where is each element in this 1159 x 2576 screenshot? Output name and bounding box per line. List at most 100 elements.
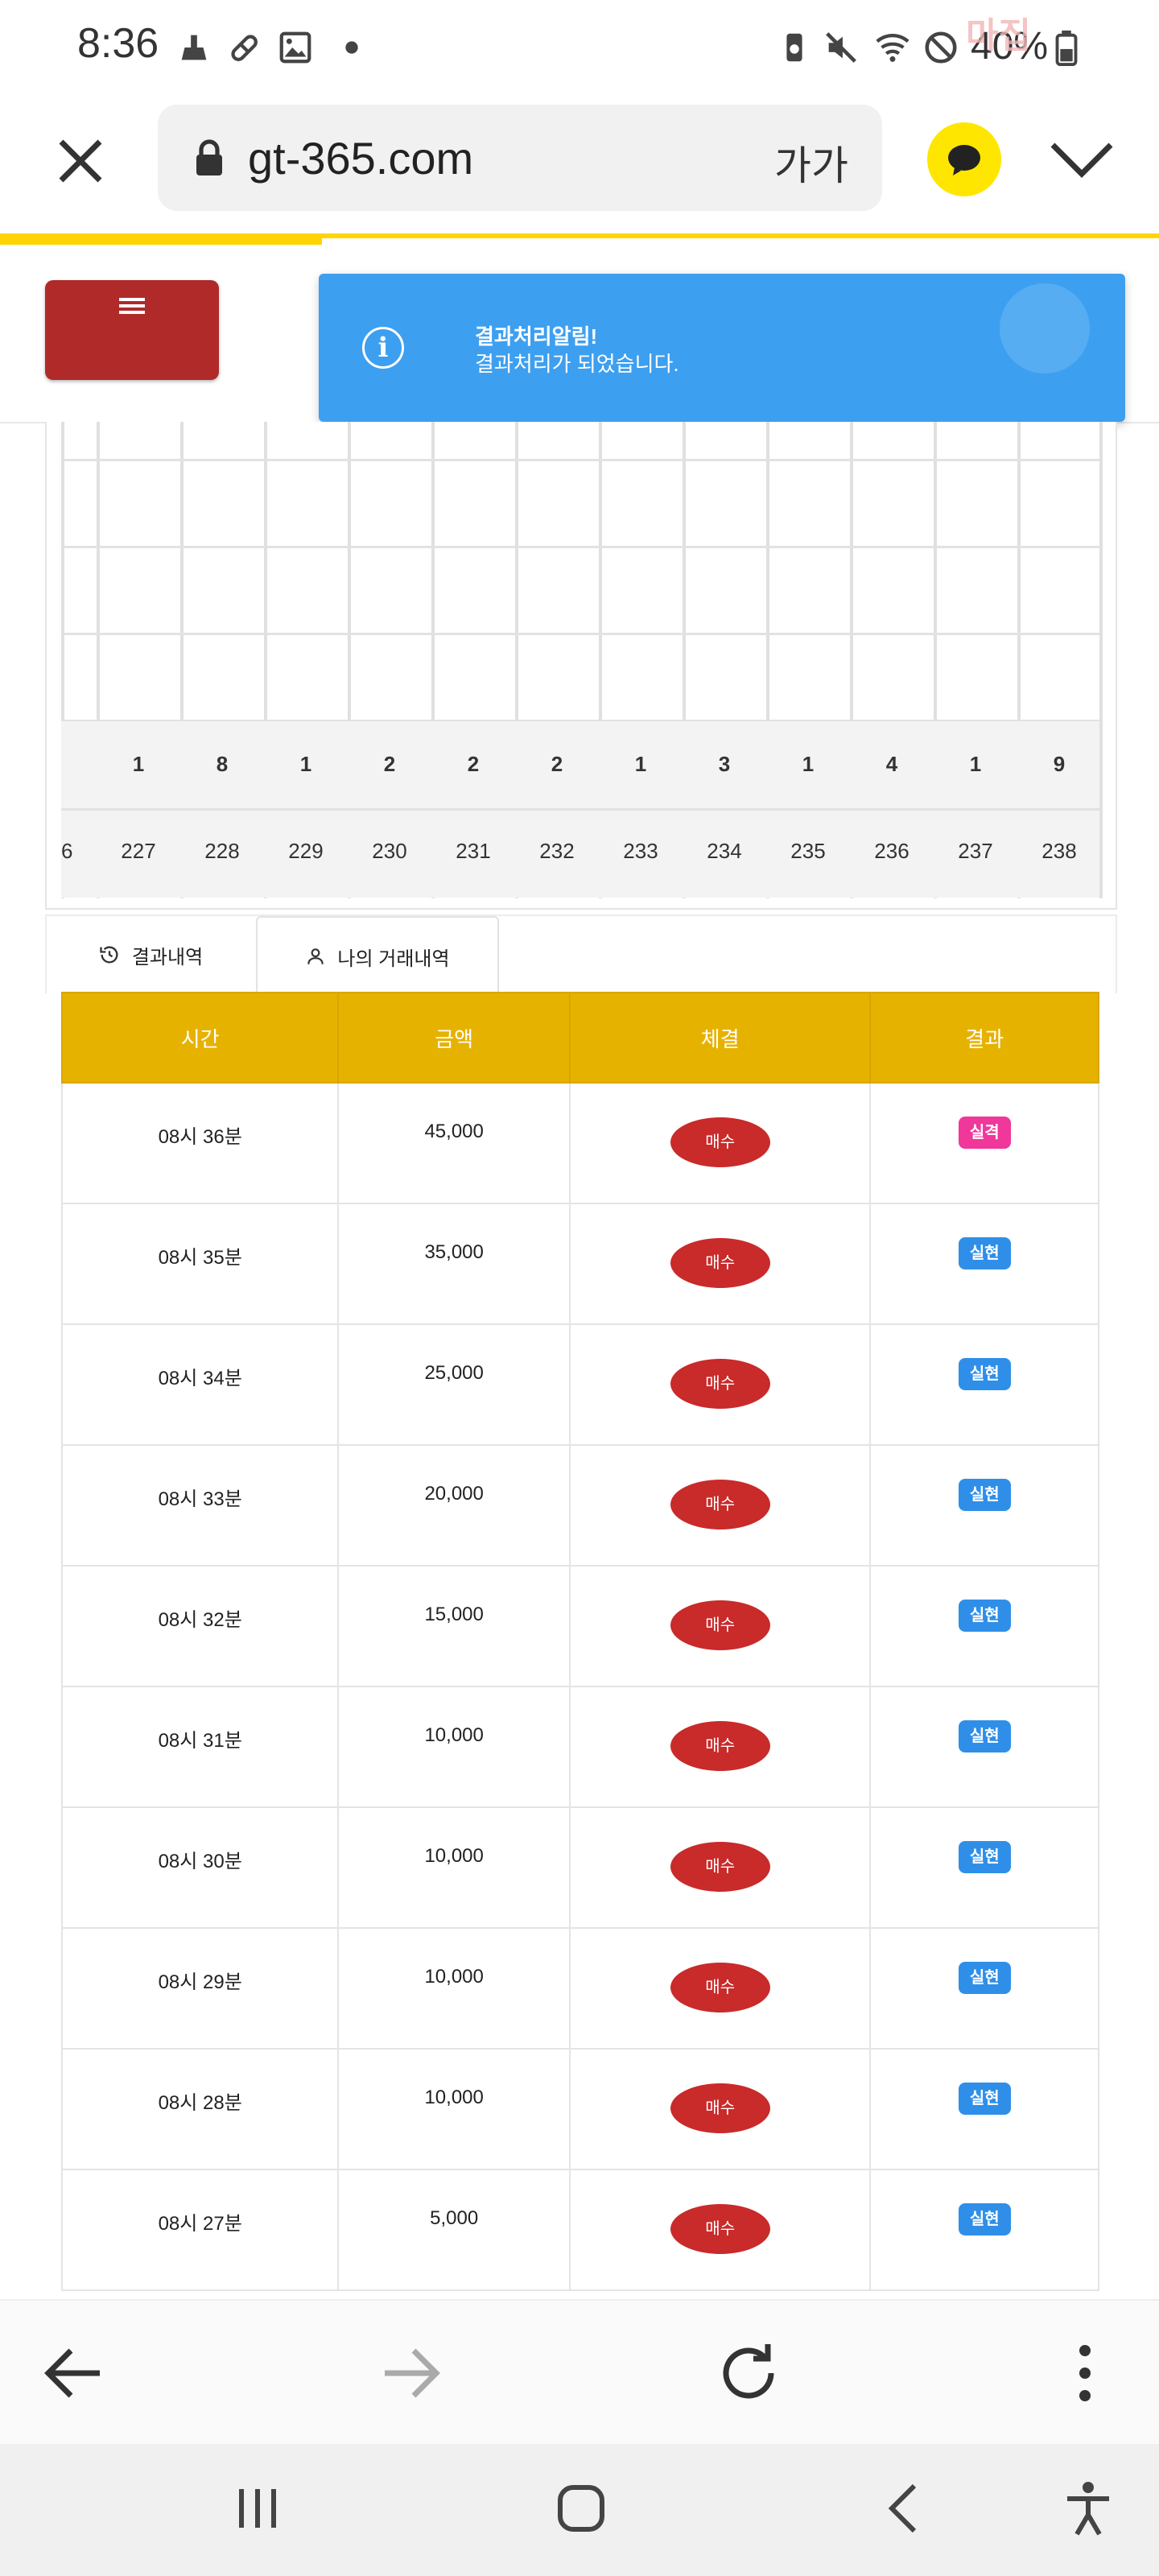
row-execution: 매수 (568, 1323, 872, 1446)
column-header-execution: 체결 (568, 992, 872, 1084)
buy-pill: 매수 (670, 1359, 770, 1409)
result-badge: 실현 (958, 1358, 1011, 1390)
grid-count-cell: 1 (634, 752, 647, 776)
accessibility-icon[interactable] (1056, 2476, 1120, 2541)
row-time: 08시 36분 (60, 1082, 340, 1204)
row-execution: 매수 (568, 1686, 872, 1808)
row-execution: 매수 (568, 1565, 872, 1687)
row-execution: 매수 (568, 1927, 872, 2050)
grid-round-cell: 230 (372, 839, 407, 863)
grid-round-cell: 237 (958, 839, 993, 863)
result-badge: 실격 (958, 1117, 1011, 1149)
grid-count-cell: 8 (216, 752, 229, 776)
row-result: 실현 (869, 1565, 1099, 1687)
column-header-time: 시간 (60, 992, 340, 1084)
grid-round-cell: 229 (288, 839, 324, 863)
info-icon: i (362, 327, 404, 369)
no-disturb-icon (925, 31, 957, 64)
mute-icon (826, 32, 856, 63)
forward-arrow-icon[interactable] (372, 2334, 449, 2412)
kakao-chat-button[interactable] (927, 122, 1001, 196)
back-icon[interactable] (872, 2476, 937, 2541)
grid-count-cell: 1 (969, 752, 982, 776)
row-time: 08시 32분 (60, 1565, 340, 1687)
grid-row-divider (61, 459, 1099, 461)
row-result: 실격 (869, 1082, 1099, 1204)
result-badge: 실현 (958, 1600, 1011, 1632)
table-row: 08시 33분 20,000 매수 실현 (60, 1444, 1099, 1567)
grid-count-cell: 2 (467, 752, 480, 776)
row-result: 실현 (869, 2169, 1099, 2291)
column-header-result: 결과 (869, 992, 1099, 1084)
tab-results[interactable]: 결과내역 (47, 916, 254, 993)
recent-apps-icon[interactable] (225, 2476, 290, 2541)
home-icon[interactable] (549, 2476, 613, 2541)
grid-round-cell: 238 (1041, 839, 1077, 863)
hamburger-menu-button[interactable] (45, 280, 219, 380)
tab-my-trades-label: 나의 거래내역 (337, 947, 450, 970)
grid-count-cell: 3 (718, 752, 731, 776)
grid-count-cell: 9 (1053, 752, 1066, 776)
dot-icon (345, 41, 358, 54)
row-amount: 10,000 (337, 2048, 571, 2170)
more-vert-icon[interactable] (1046, 2334, 1124, 2412)
result-badge: 실현 (958, 1720, 1011, 1752)
url-text[interactable]: gt-365.com (248, 132, 473, 184)
chat-bubble-icon (948, 145, 980, 175)
pill-icon (231, 35, 258, 61)
browser-bottom-toolbar (0, 2299, 1159, 2446)
trade-table-body: 08시 36분 45,000 매수 실격 08시 35분 35,000 매수 실현 08시 34… (60, 1082, 1099, 2291)
row-amount: 35,000 (337, 1203, 571, 1325)
row-time: 08시 35분 (60, 1203, 340, 1325)
grid-count-cell: 2 (551, 752, 563, 776)
table-row: 08시 34분 25,000 매수 실현 (60, 1323, 1099, 1446)
buy-pill: 매수 (670, 1480, 770, 1530)
row-amount: 10,000 (337, 1806, 571, 1929)
buy-pill: 매수 (670, 1721, 770, 1771)
row-result: 실현 (869, 1806, 1099, 1929)
back-arrow-icon[interactable] (35, 2334, 113, 2412)
row-time: 08시 28분 (60, 2048, 340, 2170)
row-execution: 매수 (568, 1444, 872, 1567)
grid-count-cell: 1 (132, 752, 145, 776)
row-result: 실현 (869, 1203, 1099, 1325)
grid-count-cell: 1 (299, 752, 312, 776)
grid-round-cell: 227 (121, 839, 156, 863)
buy-pill: 매수 (670, 1117, 770, 1167)
lock-icon (196, 139, 222, 175)
toast-title: 결과처리알림! (475, 324, 598, 349)
text-size-button[interactable]: 가가 (774, 134, 848, 192)
row-time: 08시 29분 (60, 1927, 340, 2050)
row-amount: 15,000 (337, 1565, 571, 1687)
grid-round-cell: 235 (790, 839, 826, 863)
grid-row-divider (61, 546, 1099, 548)
row-result: 실현 (869, 1323, 1099, 1446)
gallery-icon (279, 31, 311, 64)
grid-round-cell: 228 (204, 839, 240, 863)
row-execution: 매수 (568, 1082, 872, 1204)
buy-pill: 매수 (670, 1600, 770, 1650)
result-badge: 실현 (958, 2203, 1011, 2235)
reload-icon[interactable] (710, 2334, 787, 2412)
grid-count-cell: 2 (383, 752, 396, 776)
row-execution: 매수 (568, 2169, 872, 2291)
tab-my-trades[interactable]: 나의 거래내역 (256, 916, 499, 995)
result-badge: 실현 (958, 1237, 1011, 1269)
buy-pill: 매수 (670, 1963, 770, 2013)
watermark-logo: 마집 (966, 16, 1031, 56)
wifi-icon (876, 34, 909, 62)
row-amount: 10,000 (337, 1686, 571, 1808)
grid-round-cell: 233 (623, 839, 658, 863)
close-tab-button[interactable] (48, 129, 113, 193)
user-icon (307, 948, 324, 964)
table-row: 08시 35분 35,000 매수 실현 (60, 1203, 1099, 1325)
table-row: 08시 30분 10,000 매수 실현 (60, 1806, 1099, 1929)
column-header-amount: 금액 (337, 992, 571, 1084)
table-row: 08시 29분 10,000 매수 실현 (60, 1927, 1099, 2050)
table-row: 08시 32분 15,000 매수 실현 (60, 1565, 1099, 1687)
row-result: 실현 (869, 1444, 1099, 1567)
row-execution: 매수 (568, 2048, 872, 2170)
grid-round-cell: 234 (707, 839, 742, 863)
row-result: 실현 (869, 1686, 1099, 1808)
chevron-down-icon[interactable] (1043, 135, 1120, 184)
